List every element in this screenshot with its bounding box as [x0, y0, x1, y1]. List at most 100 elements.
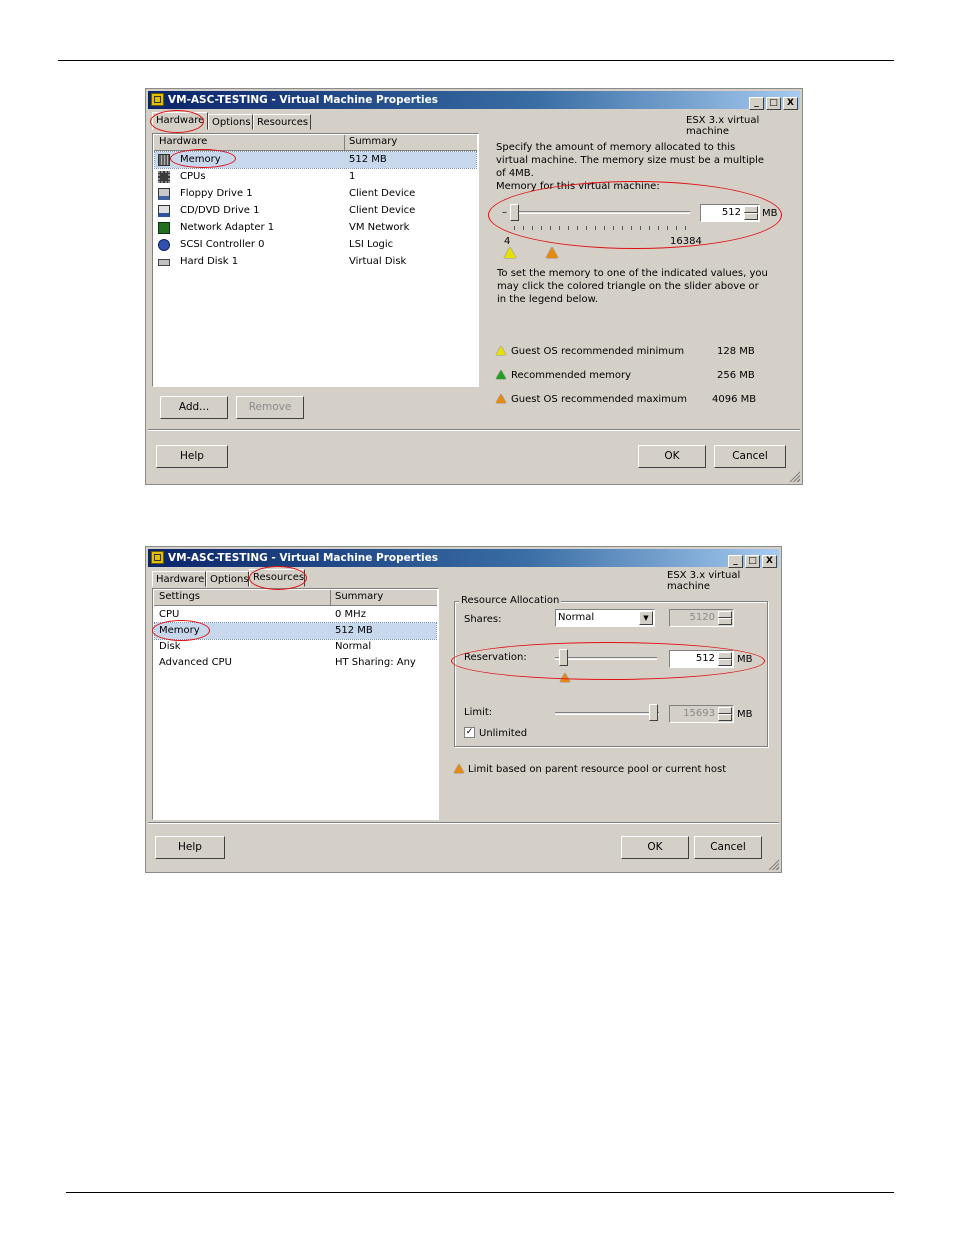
- limit-input[interactable]: 15693: [669, 705, 734, 723]
- setting-summary: HT Sharing: Any: [335, 657, 416, 668]
- unlimited-checkbox[interactable]: ✓: [464, 727, 475, 738]
- column-header-summary[interactable]: Summary: [335, 591, 383, 602]
- help-button[interactable]: Help: [156, 445, 228, 468]
- legend-max-value: 4096 MB: [712, 394, 757, 405]
- legend-recommended-value: 256 MB: [717, 370, 755, 381]
- help-button[interactable]: Help: [155, 836, 225, 859]
- vm-properties-dialog-resources: VM-ASC-TESTING - Virtual Machine Propert…: [145, 546, 782, 873]
- resize-grip[interactable]: [767, 858, 779, 870]
- column-header-settings[interactable]: Settings: [159, 591, 200, 602]
- page-top-rule: [58, 60, 894, 61]
- close-button[interactable]: X: [762, 555, 777, 568]
- hardware-row-network[interactable]: Network Adapter 1 VM Network: [155, 220, 476, 236]
- network-icon: [158, 222, 170, 234]
- hardware-list[interactable]: Hardware Summary Memory 512 MB CPUs 1 Fl…: [152, 133, 479, 387]
- minimize-button[interactable]: _: [749, 97, 764, 110]
- shares-number-value: 5120: [689, 612, 715, 623]
- maximize-button[interactable]: □: [745, 555, 760, 568]
- settings-row-cpu[interactable]: CPU 0 MHz: [155, 607, 436, 623]
- shares-number-input[interactable]: 5120: [669, 609, 734, 627]
- settings-row-disk[interactable]: Disk Normal: [155, 639, 436, 655]
- hardware-summary: 1: [349, 171, 356, 182]
- resources-tab-highlight-ellipse: [249, 566, 307, 590]
- hardware-summary: Client Device: [349, 188, 416, 199]
- list-header: Settings Summary: [154, 590, 437, 606]
- hardware-name: SCSI Controller 0: [180, 239, 265, 250]
- guest-max-marker-triangle[interactable]: [546, 247, 558, 258]
- warning-triangle-icon: [454, 764, 464, 773]
- maximize-button[interactable]: □: [766, 97, 781, 110]
- cdrom-icon: [158, 205, 170, 217]
- ok-button[interactable]: OK: [638, 445, 706, 468]
- legend-recommended-triangle[interactable]: [496, 370, 506, 379]
- column-header-hardware[interactable]: Hardware: [159, 136, 207, 147]
- tab-options[interactable]: Options: [208, 114, 253, 130]
- hardware-row-cdrom[interactable]: CD/DVD Drive 1 Client Device: [155, 203, 476, 219]
- tab-resources[interactable]: Resources: [253, 114, 311, 130]
- minimize-button[interactable]: _: [728, 555, 743, 568]
- footer-separator: [148, 822, 779, 824]
- checkmark-icon: ✓: [465, 727, 474, 737]
- hardware-row-cpus[interactable]: CPUs 1: [155, 169, 476, 185]
- legend-min-value: 128 MB: [717, 346, 755, 357]
- legend-min-triangle[interactable]: [496, 346, 506, 355]
- limit-slider-track[interactable]: [555, 712, 659, 715]
- hardware-name: Hard Disk 1: [180, 256, 239, 267]
- settings-row-advanced-cpu[interactable]: Advanced CPU HT Sharing: Any: [155, 655, 436, 671]
- setting-summary: 0 MHz: [335, 609, 366, 620]
- vmware-app-icon: [151, 93, 164, 106]
- tab-hardware[interactable]: Hardware: [152, 571, 206, 587]
- hardware-row-floppy[interactable]: Floppy Drive 1 Client Device: [155, 186, 476, 202]
- setting-name: Disk: [159, 641, 181, 652]
- hardware-name: Network Adapter 1: [180, 222, 275, 233]
- legend-min-label: Guest OS recommended minimum: [511, 346, 685, 357]
- hardware-row-harddisk[interactable]: Hard Disk 1 Virtual Disk: [155, 254, 476, 270]
- memory-icon: [158, 154, 170, 166]
- hardware-tab-highlight-ellipse: [150, 110, 204, 133]
- floppy-icon: [158, 188, 170, 200]
- esx-version-label: ESX 3.x virtual machine: [667, 570, 741, 592]
- limit-slider-thumb[interactable]: [649, 704, 658, 721]
- window-title: VM-ASC-TESTING - Virtual Machine Propert…: [168, 94, 438, 106]
- memory-row-highlight-ellipse: [152, 620, 210, 641]
- shares-dropdown[interactable]: Normal ▼: [555, 609, 655, 627]
- close-button[interactable]: X: [783, 97, 798, 110]
- memory-slider-highlight-ellipse: [488, 181, 782, 249]
- ok-button[interactable]: OK: [621, 836, 689, 859]
- title-bar[interactable]: VM-ASC-TESTING - Virtual Machine Propert…: [148, 549, 779, 568]
- remove-hardware-button[interactable]: Remove: [236, 396, 304, 419]
- legend-recommended-label: Recommended memory: [511, 370, 632, 381]
- harddisk-icon: [158, 259, 170, 266]
- hardware-row-scsi[interactable]: SCSI Controller 0 LSI Logic: [155, 237, 476, 253]
- page-bottom-rule: [66, 1192, 894, 1193]
- hardware-summary: 512 MB: [349, 154, 387, 165]
- resource-allocation-title: Resource Allocation: [459, 594, 562, 607]
- column-header-summary[interactable]: Summary: [349, 136, 397, 147]
- memory-description: Specify the amount of memory allocated t…: [496, 142, 764, 179]
- shares-spin-buttons[interactable]: [718, 611, 732, 625]
- legend-max-label: Guest OS recommended maximum: [511, 394, 687, 405]
- unlimited-label: Unlimited: [479, 728, 528, 739]
- chevron-down-icon[interactable]: ▼: [639, 611, 653, 625]
- hardware-summary: Client Device: [349, 205, 416, 216]
- cancel-button[interactable]: Cancel: [694, 836, 762, 859]
- tab-options[interactable]: Options: [206, 571, 249, 587]
- limit-unit: MB: [737, 709, 753, 720]
- limit-label: Limit:: [464, 707, 493, 718]
- shares-label: Shares:: [464, 614, 502, 625]
- cpu-icon: [158, 171, 170, 183]
- scsi-icon: [158, 239, 170, 251]
- memory-row-highlight-ellipse: [170, 149, 236, 168]
- add-hardware-button[interactable]: Add...: [160, 396, 228, 419]
- legend-max-triangle[interactable]: [496, 394, 506, 403]
- esx-version-label: ESX 3.x virtual machine: [686, 115, 760, 137]
- cancel-button[interactable]: Cancel: [714, 445, 786, 468]
- resize-grip[interactable]: [788, 470, 800, 482]
- limit-spin-buttons[interactable]: [718, 707, 732, 721]
- title-bar[interactable]: VM-ASC-TESTING - Virtual Machine Propert…: [148, 91, 800, 110]
- hardware-name: CD/DVD Drive 1: [180, 205, 260, 216]
- hardware-name: Floppy Drive 1: [180, 188, 253, 199]
- slider-hint-text: To set the memory to one of the indicate…: [497, 268, 768, 305]
- shares-selected-value: Normal: [558, 612, 595, 623]
- guest-min-marker-triangle[interactable]: [504, 247, 516, 258]
